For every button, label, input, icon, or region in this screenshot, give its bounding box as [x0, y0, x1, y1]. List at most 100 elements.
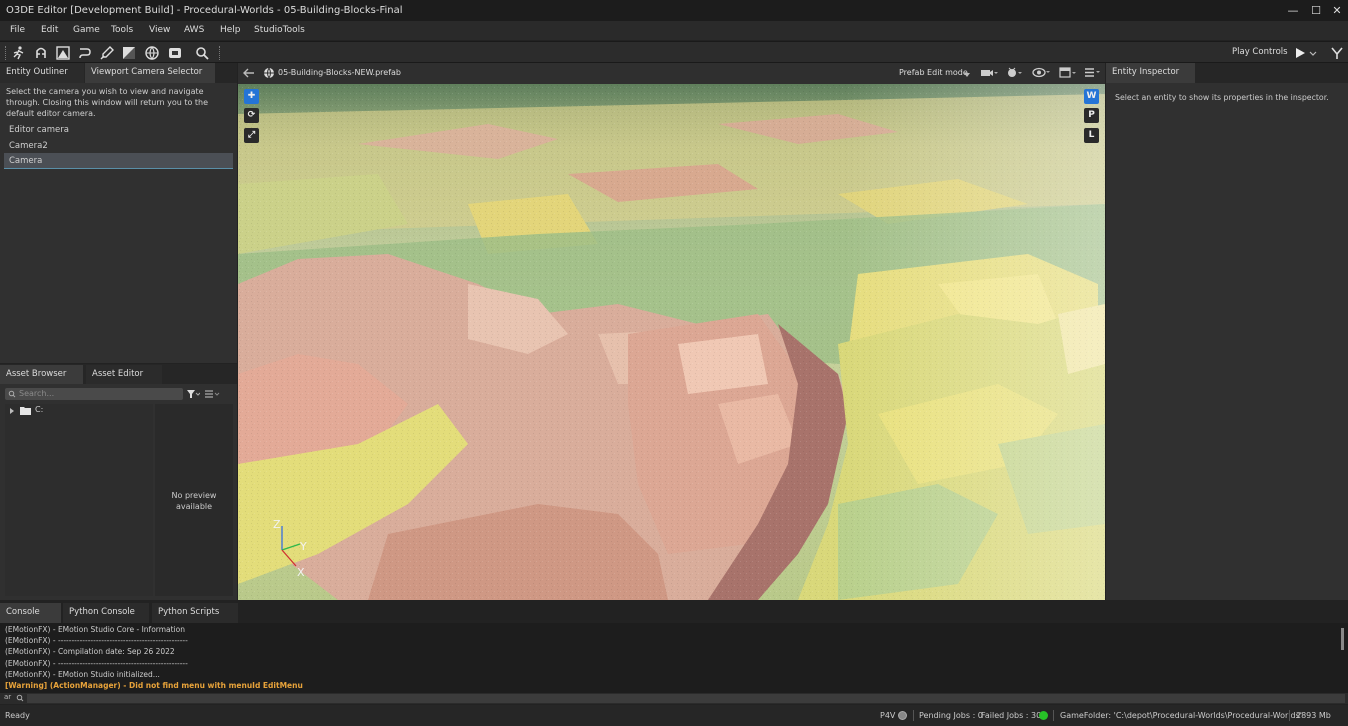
camera-speed-icon[interactable]	[980, 67, 998, 79]
debug-options-icon[interactable]	[1006, 66, 1024, 79]
viewport-header: 05-Building-Blocks-NEW.prefab Prefab Edi…	[238, 63, 1105, 84]
search-icon	[16, 694, 24, 702]
menu-help[interactable]: Help	[220, 21, 241, 40]
viewport-layout-icon[interactable]	[1059, 66, 1077, 79]
console-line: (EMotionFX) - --------------------------…	[5, 636, 188, 645]
tab-asset-browser[interactable]: Asset Browser	[0, 365, 83, 384]
menu-game[interactable]: Game	[73, 21, 100, 40]
window-title: O3DE Editor [Development Build] - Proced…	[6, 5, 403, 16]
asset-search-input[interactable]: Search...	[5, 388, 183, 400]
tab-viewport-camera-selector[interactable]: Viewport Camera Selector	[85, 63, 215, 83]
prefab-edit-mode-dropdown[interactable]: Prefab Edit mode	[899, 68, 968, 77]
console-input-prefix: ar	[4, 693, 12, 701]
console-output: (EMotionFX) - EMotion Studio Core - Info…	[0, 623, 1348, 693]
tab-console[interactable]: Console	[0, 603, 61, 623]
menu-studiotools[interactable]: StudioTools	[254, 21, 305, 40]
camera-selector-panel: Select the camera you wish to view and n…	[0, 83, 237, 363]
asset-processor-status-icon[interactable]	[1039, 711, 1048, 720]
menu-tools[interactable]: Tools	[111, 21, 133, 40]
asset-preview-pane: No preview available	[155, 404, 233, 596]
list-view-icon[interactable]	[204, 388, 220, 400]
back-arrow-icon[interactable]	[242, 66, 256, 80]
scale-tool-icon[interactable]: ⤢	[244, 128, 259, 143]
world-space-button[interactable]: W	[1084, 89, 1099, 104]
status-separator	[1289, 710, 1290, 721]
run-icon[interactable]	[11, 45, 27, 61]
left-bottom-tabbar: Asset Browser Asset Editor	[0, 364, 237, 384]
tab-entity-outliner[interactable]: Entity Outliner	[0, 63, 84, 83]
snap-icon[interactable]	[33, 45, 49, 61]
pending-jobs: Pending Jobs : 0	[919, 711, 983, 720]
minimize-icon[interactable]: —	[1282, 0, 1304, 21]
folder-icon	[20, 406, 31, 415]
path-icon[interactable]	[77, 45, 93, 61]
console-scrollbar[interactable]	[1341, 628, 1344, 650]
chevron-down-icon	[964, 71, 970, 77]
axis-x-label: X	[297, 566, 305, 579]
maximize-icon[interactable]: ☐	[1305, 0, 1327, 21]
axis-z-label: Z	[273, 518, 281, 531]
simulate-icon[interactable]	[1329, 45, 1345, 61]
close-icon[interactable]: ✕	[1326, 0, 1348, 21]
p4v-status-icon[interactable]	[898, 711, 907, 720]
hamburger-menu-icon[interactable]	[1084, 66, 1102, 79]
tab-python-scripts[interactable]: Python Scripts	[152, 603, 238, 623]
asset-search-placeholder: Search...	[19, 389, 55, 398]
camera-list-item-label: Camera	[9, 156, 43, 166]
prefab-globe-icon	[263, 67, 275, 79]
inspector-tabbar: Entity Inspector	[1106, 63, 1348, 83]
chevron-down-icon[interactable]	[1305, 45, 1317, 61]
console-input-row: ar	[0, 693, 1348, 704]
tab-entity-inspector[interactable]: Entity Inspector	[1106, 63, 1195, 83]
toolbar-separator	[219, 46, 221, 60]
globe-icon[interactable]	[144, 45, 160, 61]
asset-tree: C:	[5, 404, 153, 596]
entity-inspector-panel: Select an entity to show its properties …	[1106, 83, 1348, 600]
visibility-eye-icon[interactable]	[1032, 66, 1052, 79]
camera-list-item[interactable]: Camera2	[9, 141, 48, 151]
filter-icon[interactable]	[186, 388, 201, 400]
memory-usage: 2893 Mb	[1296, 711, 1331, 720]
expand-arrow-icon[interactable]	[9, 407, 15, 415]
script-icon[interactable]	[167, 45, 183, 61]
voxel-terrain-render	[238, 84, 1105, 600]
camera-list-item[interactable]: Editor camera	[9, 125, 69, 135]
console-input[interactable]	[27, 694, 1345, 703]
menu-file[interactable]: File	[10, 21, 25, 40]
search-icon[interactable]	[194, 45, 210, 61]
prefab-name[interactable]: 05-Building-Blocks-NEW.prefab	[278, 68, 401, 77]
console-line: (EMotionFX) - Compilation date: Sep 26 2…	[5, 647, 175, 656]
left-top-tabbar: Entity Outliner Viewport Camera Selector	[0, 63, 237, 83]
console-line: (EMotionFX) - EMotion Studio initialized…	[5, 670, 160, 679]
tab-asset-editor[interactable]: Asset Editor	[86, 365, 162, 384]
status-bar: Ready P4V Pending Jobs : 0 Failed Jobs :…	[0, 705, 1348, 726]
console-line: (EMotionFX) - --------------------------…	[5, 659, 188, 668]
paint-icon[interactable]	[99, 45, 115, 61]
main-toolbar: Play Controls	[0, 41, 1348, 63]
toolbar-grip-icon	[5, 46, 7, 60]
camera-selector-description: Select the camera you wish to view and n…	[6, 87, 209, 118]
status-separator	[1053, 710, 1054, 721]
move-tool-icon[interactable]: ✚	[244, 89, 259, 104]
rotate-tool-icon[interactable]: ⟳	[244, 108, 259, 123]
status-separator	[913, 710, 914, 721]
viewport-3d-scene[interactable]: ✚ ⟳ ⤢ W P L Z Y X	[238, 84, 1105, 600]
title-bar: O3DE Editor [Development Build] - Proced…	[0, 0, 1348, 21]
parent-space-button[interactable]: P	[1084, 108, 1099, 123]
tab-python-console[interactable]: Python Console	[63, 603, 149, 623]
inspector-hint: Select an entity to show its properties …	[1115, 93, 1329, 102]
menu-edit[interactable]: Edit	[41, 21, 58, 40]
menu-bar: File Edit Game Tools View AWS Help Studi…	[0, 21, 1348, 40]
play-controls-label: Play Controls	[1232, 47, 1288, 57]
p4v-label: P4V	[880, 711, 896, 720]
terrain-icon[interactable]	[55, 45, 71, 61]
material-icon[interactable]	[121, 45, 137, 61]
camera-list-item-selected[interactable]: Camera	[4, 153, 233, 169]
status-ready: Ready	[5, 711, 30, 720]
local-space-button[interactable]: L	[1084, 128, 1099, 143]
game-folder: GameFolder: 'C:\depot\Procedural-Worlds\…	[1060, 711, 1302, 720]
menu-aws[interactable]: AWS	[184, 21, 204, 40]
tree-root-label[interactable]: C:	[35, 405, 43, 414]
console-line: (EMotionFX) - EMotion Studio Core - Info…	[5, 625, 186, 634]
menu-view[interactable]: View	[149, 21, 170, 40]
